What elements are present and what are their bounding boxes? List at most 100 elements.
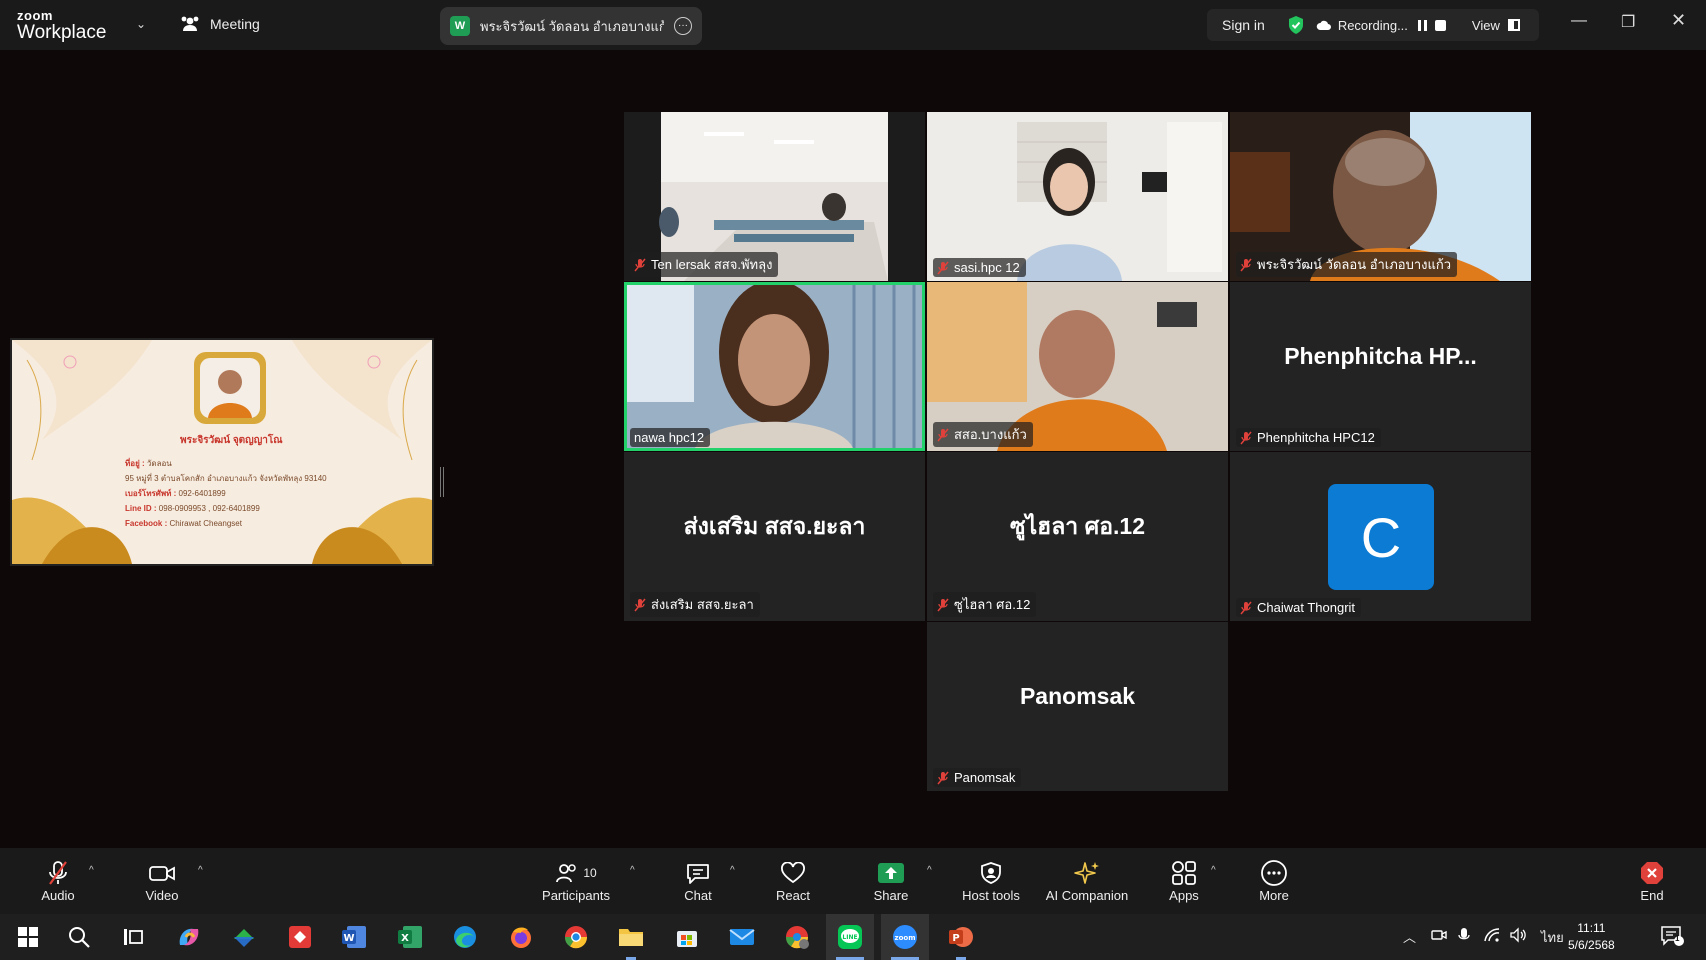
- sign-in-button[interactable]: Sign in: [1222, 17, 1265, 33]
- chrome-icon[interactable]: [561, 922, 591, 952]
- slide-details: ที่อยู่ : วัดลอน 95 หมู่ที่ 3 ตำบลโคกสัก…: [125, 456, 327, 531]
- clock-date: 5/6/2568: [1568, 938, 1615, 952]
- anydesk-icon[interactable]: [285, 922, 315, 952]
- volume-icon[interactable]: [1509, 927, 1527, 946]
- mic-in-use-icon[interactable]: [1457, 927, 1471, 946]
- powerpoint-icon[interactable]: P: [946, 922, 976, 960]
- excel-icon[interactable]: X: [395, 922, 425, 952]
- view-label: View: [1471, 17, 1500, 33]
- tray-overflow-chevron-icon[interactable]: ︿: [1403, 927, 1416, 946]
- more-options-icon[interactable]: ···: [674, 17, 692, 35]
- word-icon[interactable]: W: [339, 922, 369, 952]
- zoom-app-active[interactable]: zoom: [881, 914, 929, 960]
- mail-icon[interactable]: [727, 922, 757, 952]
- host-tools-shield-icon: [981, 862, 1001, 884]
- participant-display-name: ส่งเสริม สสจ.ยะลา: [683, 512, 866, 539]
- pause-recording-icon[interactable]: [1417, 19, 1427, 31]
- app-arrows-icon[interactable]: [229, 922, 259, 952]
- participant-tile[interactable]: พระจิรวัฒน์ วัดลอน อำเภอบางแก้ว: [1230, 112, 1531, 281]
- shared-screen[interactable]: พระจิรวัฒน์ จุตญญาโณ ที่อยู่ : วัดลอน 95…: [10, 338, 434, 566]
- file-explorer-icon[interactable]: [616, 922, 646, 960]
- apps-button[interactable]: Apps: [1164, 848, 1204, 914]
- stop-recording-icon[interactable]: [1434, 19, 1446, 31]
- clock-time: 11:11: [1577, 921, 1606, 935]
- video-button[interactable]: Video: [141, 848, 183, 914]
- chat-caret-icon[interactable]: ^: [730, 865, 735, 876]
- participant-count: 10: [583, 866, 597, 880]
- search-icon[interactable]: [64, 922, 94, 952]
- input-language[interactable]: ไทย: [1541, 927, 1564, 948]
- more-button[interactable]: More: [1254, 848, 1294, 914]
- participant-display-name: Panomsak: [1019, 683, 1136, 709]
- copilot-icon[interactable]: [174, 922, 204, 952]
- system-clock[interactable]: 11:11 5/6/2568: [1568, 920, 1615, 954]
- shield-check-icon[interactable]: [1287, 15, 1305, 35]
- participant-avatar: C: [1328, 484, 1434, 590]
- screen-share-indicator[interactable]: W พระจิรวัฒน์ วัดลอน อำเภอบางแก้ว's s ··…: [440, 7, 702, 45]
- svg-text:LINE: LINE: [842, 934, 857, 941]
- notifications-icon[interactable]: 1: [1660, 925, 1684, 950]
- firefox-icon[interactable]: [506, 922, 536, 952]
- host-tools-button[interactable]: Host tools: [956, 848, 1026, 914]
- participant-tile[interactable]: C Chaiwat Thongrit: [1230, 452, 1531, 621]
- participant-tile[interactable]: สสอ.บางแก้ว: [927, 282, 1228, 451]
- share-label: Share: [873, 888, 909, 903]
- recording-label: Recording...: [1337, 17, 1408, 33]
- windows-start-icon[interactable]: [13, 922, 43, 952]
- chevron-down-icon[interactable]: ⌄: [136, 17, 146, 31]
- camera-in-use-icon[interactable]: [1431, 927, 1447, 946]
- audio-button[interactable]: Audio: [38, 848, 78, 914]
- chat-button[interactable]: Chat: [679, 848, 717, 914]
- audio-options-caret-icon[interactable]: ^: [89, 865, 94, 876]
- zoom-workplace-logo[interactable]: zoom Workplace: [17, 9, 106, 42]
- mic-muted-icon: [1240, 601, 1252, 614]
- line-app-active[interactable]: LINE: [826, 914, 874, 960]
- recording-indicator[interactable]: Recording...: [1316, 18, 1408, 33]
- participant-tile[interactable]: Panomsak Panomsak: [927, 622, 1228, 791]
- participant-tile[interactable]: ส่งเสริม สสจ.ยะลา ส่งเสริม สสจ.ยะลา: [624, 452, 925, 621]
- participant-tile[interactable]: ซูไฮลา ศอ.12 ซูไฮลา ศอ.12: [927, 452, 1228, 621]
- apps-icon: [1172, 861, 1196, 885]
- microsoft-store-icon[interactable]: [672, 922, 702, 952]
- edge-icon[interactable]: [450, 922, 480, 952]
- participant-name: nawa hpc12: [634, 430, 705, 445]
- participant-tile[interactable]: Ten lersak สสจ.พัทลุง: [624, 112, 925, 281]
- split-resize-handle[interactable]: [440, 467, 444, 497]
- slide-line-value: 098-0909953 , 092-6401899: [158, 504, 260, 513]
- participant-nametag: Panomsak: [933, 768, 1022, 787]
- apps-caret-icon[interactable]: ^: [1211, 865, 1216, 876]
- participant-tile-active-speaker[interactable]: nawa hpc12: [624, 282, 925, 451]
- logo-workplace-text: Workplace: [17, 22, 107, 43]
- svg-text:zoom: zoom: [895, 934, 916, 942]
- minimize-icon[interactable]: —: [1571, 12, 1587, 30]
- line-icon: LINE: [835, 922, 865, 952]
- participant-nametag: Ten lersak สสจ.พัทลุง: [630, 252, 779, 277]
- participant-nametag: ซูไฮลา ศอ.12: [933, 592, 1037, 617]
- ai-companion-button[interactable]: AI Companion: [1043, 848, 1131, 914]
- participant-tile[interactable]: sasi.hpc 12: [927, 112, 1228, 281]
- participants-button[interactable]: 10 Participants: [537, 848, 615, 914]
- chat-label: Chat: [684, 888, 712, 903]
- ai-sparkle-icon: [1074, 862, 1099, 884]
- mic-muted-icon: [634, 258, 646, 271]
- react-button[interactable]: React: [772, 848, 814, 914]
- chrome-profile-icon[interactable]: [782, 922, 812, 952]
- restore-icon[interactable]: ❐: [1621, 12, 1635, 32]
- participant-tile[interactable]: Phenphitcha HP... Phenphitcha HPC12: [1230, 282, 1531, 451]
- meeting-tab[interactable]: Meeting: [180, 15, 260, 33]
- more-label: More: [1259, 888, 1289, 903]
- close-icon[interactable]: ✕: [1671, 10, 1686, 31]
- chat-icon: [687, 864, 709, 884]
- share-button[interactable]: Share: [871, 848, 911, 914]
- end-meeting-button[interactable]: End: [1636, 848, 1668, 914]
- task-view-icon[interactable]: [118, 922, 148, 952]
- share-caret-icon[interactable]: ^: [927, 865, 932, 876]
- participant-name: Chaiwat Thongrit: [1257, 600, 1356, 615]
- view-button[interactable]: View: [1472, 18, 1520, 33]
- wifi-icon[interactable]: [1483, 927, 1501, 946]
- participants-caret-icon[interactable]: ^: [630, 865, 635, 876]
- end-meeting-icon: [1641, 862, 1663, 884]
- participant-display-name: Phenphitcha HP...: [1284, 343, 1477, 369]
- logo-zoom-text: zoom: [17, 8, 53, 23]
- video-options-caret-icon[interactable]: ^: [198, 865, 203, 876]
